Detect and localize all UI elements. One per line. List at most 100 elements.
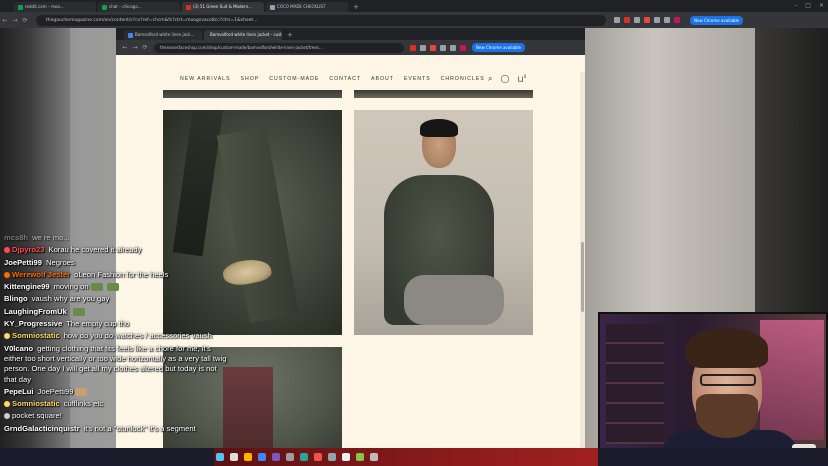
chat-username: Somniostatic (12, 399, 60, 409)
webcam-overlay (598, 312, 828, 466)
inner-url-field[interactable]: thenonesfaceshop.com/shop/custom-made/ba… (154, 42, 404, 53)
badge-icon (4, 401, 10, 408)
app-icon[interactable] (342, 453, 350, 461)
puzzle-icon[interactable] (664, 17, 670, 23)
reload-icon[interactable]: ⟳ (20, 17, 30, 24)
outer-url-field[interactable]: thegauchemagazine.com/en/content/s?cv?re… (36, 14, 606, 26)
nav-shop[interactable]: SHOP (241, 76, 260, 82)
minimize-icon[interactable]: – (794, 0, 797, 12)
chat-message: Blingo vaush why are you gay (0, 293, 260, 305)
tab-favicon-icon (270, 4, 275, 10)
emote-icon (75, 387, 88, 396)
emote-icon (90, 283, 103, 292)
chat-username: mcs8h (4, 233, 29, 242)
extension-icon[interactable] (440, 44, 446, 51)
chat-message: Somniostatic how do you do watches / acce… (0, 330, 260, 342)
nav-about[interactable]: ABOUT (371, 76, 394, 82)
chat-message: LaughingFromUk (0, 306, 260, 318)
update-chrome-button[interactable]: New Chrome available (472, 43, 526, 52)
outer-tab-1[interactable]: reddit.com – moo... (14, 2, 96, 12)
product-photo-top-right[interactable] (354, 90, 533, 98)
outer-tab-strip: reddit.com – moo... chat – chicago... (3… (0, 0, 828, 12)
discord-icon[interactable] (272, 453, 280, 461)
nav-chronicles[interactable]: CHRONICLES (441, 76, 485, 82)
extension-icon[interactable] (430, 44, 436, 51)
chat-username: GrndGalacticinquistr (4, 423, 80, 433)
tab-favicon-icon (102, 4, 107, 10)
emote-icon (72, 307, 85, 316)
inner-tab-2[interactable]: Bamvolford white linen jacket - custo... (204, 30, 282, 40)
cam-light (760, 320, 824, 440)
app-icon[interactable] (328, 453, 336, 461)
outer-tab-3[interactable]: (3) 51 Green Suit & Modern... (182, 2, 264, 12)
app-icon[interactable] (314, 453, 322, 461)
chat-text: The empty cup tho (66, 319, 130, 329)
chat-message: V0lcano getting clothing that fits feels … (0, 343, 232, 386)
chat-text: pocket square! (12, 411, 62, 421)
product-photo-top-left[interactable] (163, 90, 342, 98)
forward-icon[interactable]: → (130, 44, 140, 51)
outer-tab-4[interactable]: COCO MADE CHECKLIST (266, 2, 348, 12)
product-photo-model[interactable] (354, 110, 533, 335)
badge-icon (4, 413, 10, 420)
inner-tab-strip: Bamvolford white linen jack... Bamvolfor… (116, 28, 585, 40)
new-tab-icon[interactable]: + (353, 2, 359, 12)
model-hair (420, 119, 458, 137)
tab-favicon-icon (18, 4, 23, 10)
chat-text: we re mo... (32, 233, 70, 242)
badge-icon (4, 333, 10, 340)
outer-address-bar: ← → ⟳ thegauchemagazine.com/en/content/s… (0, 12, 828, 28)
chat-username: LaughingFromUk (4, 306, 67, 316)
folder-icon[interactable] (244, 453, 252, 461)
app-icon[interactable] (286, 453, 294, 461)
badge-icon (4, 247, 10, 254)
extension-icon[interactable] (634, 17, 640, 23)
extension-icon[interactable] (420, 44, 426, 51)
inner-tab-1[interactable]: Bamvolford white linen jack... (124, 30, 202, 40)
outer-tab-2[interactable]: chat – chicago... (98, 2, 180, 12)
chat-message: mcs8h we re mo... (0, 232, 260, 244)
app-icon[interactable] (370, 453, 378, 461)
tab-favicon-icon (186, 4, 191, 10)
app-icon[interactable] (356, 453, 364, 461)
app-icon[interactable] (300, 453, 308, 461)
start-icon[interactable] (216, 453, 224, 461)
reload-icon[interactable]: ⟳ (140, 44, 150, 51)
outer-tab-label: COCO MADE CHECKLIST (277, 4, 326, 9)
forward-icon[interactable]: → (10, 17, 20, 24)
chat-message: GrndGalacticinquistr it's not a "stunlock… (0, 423, 260, 435)
chat-username: JoePetti99 (4, 257, 42, 267)
close-icon[interactable]: ✕ (819, 0, 824, 12)
search-icon[interactable]: ⌕ (488, 74, 492, 84)
cart-icon[interactable]: ⊔0 (517, 74, 526, 84)
account-icon[interactable]: ◯ (500, 74, 509, 84)
back-icon[interactable]: ← (120, 44, 130, 51)
page-scrollbar[interactable] (580, 72, 585, 448)
extension-icon[interactable] (624, 17, 630, 23)
extensions-bar (614, 17, 680, 23)
chat-message: PepeLui JoePetti99 (0, 386, 260, 398)
extension-icon[interactable] (450, 44, 456, 51)
profile-icon[interactable] (460, 44, 466, 51)
nav-events[interactable]: EVENTS (404, 76, 431, 82)
chat-message: KY_Progressive The empty cup tho (0, 318, 260, 330)
chrome-icon[interactable] (258, 453, 266, 461)
extension-icon[interactable] (644, 17, 650, 23)
nav-new-arrivals[interactable]: NEW ARRIVALS (180, 76, 231, 82)
nav-custom-made[interactable]: CUSTOM-MADE (269, 76, 319, 82)
chat-overlay: mcs8h we re mo... Djpyro23 Korau he covere… (0, 232, 260, 435)
profile-icon[interactable] (674, 17, 680, 23)
extension-icon[interactable] (654, 17, 660, 23)
new-tab-icon[interactable]: + (287, 30, 293, 40)
extension-icon[interactable] (410, 44, 416, 51)
maximize-icon[interactable]: □ (805, 0, 811, 12)
chat-username: PepeLui (4, 386, 34, 396)
update-chrome-button[interactable]: New Chrome available (690, 15, 744, 25)
bookmark-icon[interactable] (614, 17, 620, 23)
chat-text: oLeon Fashion for the heels (74, 269, 169, 279)
search-icon[interactable] (230, 453, 238, 461)
back-icon[interactable]: ← (0, 17, 10, 24)
scrollbar-thumb[interactable] (581, 242, 584, 312)
nav-contact[interactable]: CONTACT (329, 76, 361, 82)
cart-count: 0 (523, 74, 527, 79)
